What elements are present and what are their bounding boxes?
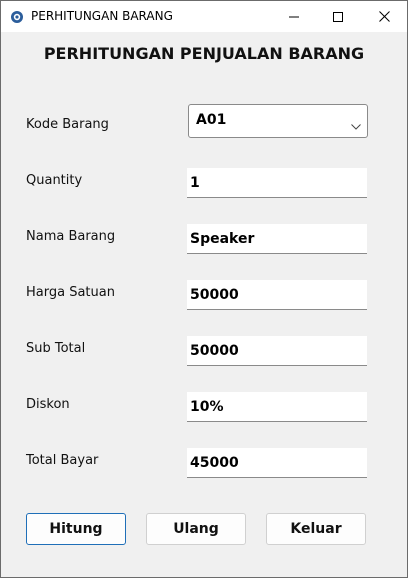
harga-satuan-label: Harga Satuan — [26, 285, 115, 300]
nama-barang-field[interactable]: Speaker — [187, 224, 367, 254]
keluar-button[interactable]: Keluar — [266, 513, 366, 545]
diskon-label: Diskon — [26, 397, 70, 412]
total-bayar-label: Total Bayar — [26, 453, 99, 468]
app-icon — [10, 9, 24, 23]
quantity-field[interactable]: 1 — [187, 168, 367, 198]
kode-barang-select[interactable]: A01 — [188, 104, 368, 138]
sub-total-field[interactable]: 50000 — [187, 336, 367, 366]
nama-barang-label: Nama Barang — [26, 229, 116, 244]
kode-barang-label: Kode Barang — [26, 117, 109, 132]
title-bar[interactable]: PERHITUNGAN BARANG — [1, 1, 407, 32]
maximize-icon — [333, 11, 343, 22]
close-icon — [378, 11, 390, 22]
minimize-button[interactable] — [271, 1, 317, 32]
sub-total-label: Sub Total — [26, 341, 86, 356]
kode-barang-value: A01 — [196, 112, 227, 128]
diskon-field[interactable]: 10% — [187, 392, 367, 422]
minimize-icon — [289, 16, 299, 17]
ulang-button[interactable]: Ulang — [146, 513, 246, 545]
close-button[interactable] — [361, 1, 407, 32]
maximize-button[interactable] — [315, 1, 361, 32]
total-bayar-field[interactable]: 45000 — [187, 448, 367, 478]
window-title: PERHITUNGAN BARANG — [31, 9, 173, 23]
quantity-label: Quantity — [26, 173, 83, 188]
form-heading: PERHITUNGAN PENJUALAN BARANG — [43, 44, 365, 63]
hitung-button[interactable]: Hitung — [26, 513, 126, 545]
chevron-down-icon — [351, 118, 361, 134]
harga-satuan-field[interactable]: 50000 — [187, 280, 367, 310]
application-window: PERHITUNGAN BARANG PERHITUNGAN PENJUALAN… — [0, 0, 408, 578]
